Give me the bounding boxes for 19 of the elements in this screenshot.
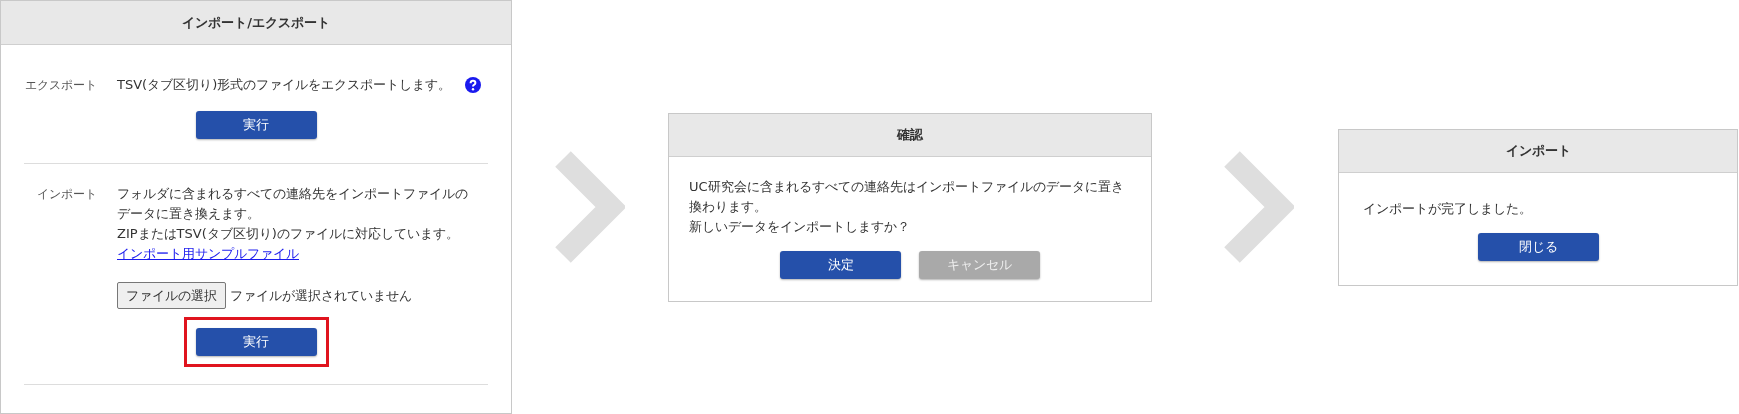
close-button[interactable]: 閉じる [1477,232,1599,261]
panel-title: インポート/エクスポート [1,1,511,45]
import-description: フォルダに含まれるすべての連絡先をインポートファイルのデータに置き換えます。 [117,185,469,223]
import-label: インポート [36,186,98,203]
dialog-message: UC研究会に含まれるすべての連絡先はインポートファイルのデータに置き換わります。 [689,177,1125,216]
export-description: TSV(タブ区切り)形式のファイルをエクスポートします。 [117,76,452,94]
choose-file-button[interactable]: ファイルの選択 [117,282,226,309]
execute-button[interactable]: 実行 [195,111,317,139]
dialog-message: インポートが完了しました。 [1363,199,1533,218]
execute-button[interactable]: 実行 [195,328,317,356]
sample-file-link[interactable]: インポート用サンプルファイル [117,244,299,264]
dialog-message: 新しいデータをインポートしますか？ [689,217,911,236]
help-icon[interactable] [465,77,482,93]
file-status: ファイルが選択されていません [230,286,412,305]
dialog-title: インポート [1339,129,1737,173]
import-description: ZIPまたはTSV(タブ区切り)のファイルに対応しています。 [117,225,460,243]
dialog-title: 確認 [669,113,1151,157]
confirm-button[interactable]: 決定 [780,250,901,279]
export-label: エクスポート [24,77,98,94]
